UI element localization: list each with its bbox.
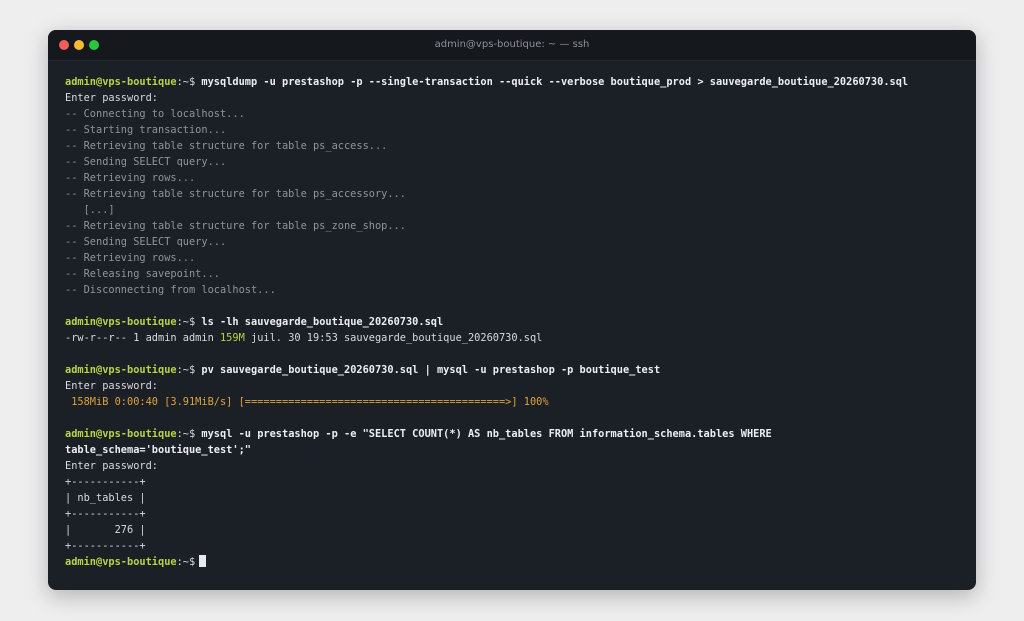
current-prompt-line[interactable]: admin@vps-boutique:~$ (65, 554, 976, 570)
dump-log-line: -- Retrieving table structure for table … (65, 220, 406, 232)
prompt-user-host: admin@vps-boutique (65, 76, 177, 88)
result-table-border: +-----------+ (65, 508, 146, 520)
terminal-output[interactable]: admin@vps-boutique:~$ mysqldump -u prest… (48, 61, 976, 570)
command-line-pv: admin@vps-boutique:~$ pv sauvegarde_bout… (65, 362, 976, 378)
prompt-path: :~$ (176, 316, 196, 328)
dump-log-line: -- Releasing savepoint... (65, 268, 220, 280)
cursor-block (199, 555, 207, 567)
dump-log-line: -- Disconnecting from localhost... (65, 284, 276, 296)
column-header-nb-tables: nb_tables (77, 492, 134, 504)
dump-log-line: -- Retrieving rows... (65, 252, 196, 264)
title-bar[interactable]: admin@vps-boutique: ~ — ssh (48, 30, 976, 61)
command-line-dump: admin@vps-boutique:~$ mysqldump -u prest… (65, 74, 976, 90)
prompt-user-host: admin@vps-boutique (65, 316, 177, 328)
table-pipe: | (133, 492, 146, 504)
pv-progress-bar: 158MiB 0:00:40 [3.91MiB/s] [============… (65, 396, 549, 408)
table-pipe: | (133, 524, 146, 536)
result-table-border: +-----------+ (65, 476, 146, 488)
command-text: ls -lh sauvegarde_boutique_20260730.sql (201, 316, 444, 328)
password-prompt: Enter password: (65, 460, 158, 472)
dump-log-line: -- Retrieving rows... (65, 172, 196, 184)
dump-log-line: -- Retrieving table structure for table … (65, 188, 406, 200)
result-table-header: | nb_tables | (65, 490, 976, 506)
dump-log-line: -- Sending SELECT query... (65, 236, 227, 248)
dump-log-line: -- Starting transaction... (65, 124, 227, 136)
password-prompt: Enter password: (65, 92, 158, 104)
prompt-path: :~$ (176, 428, 196, 440)
table-pipe: | (65, 524, 115, 536)
command-text: mysql -u prestashop -p -e "SELECT COUNT(… (201, 428, 772, 440)
table-pipe: | (65, 492, 78, 504)
command-line-ls: admin@vps-boutique:~$ ls -lh sauvegarde_… (65, 314, 976, 330)
command-text: mysqldump -u prestashop -p --single-tran… (201, 76, 909, 88)
terminal-window[interactable]: admin@vps-boutique: ~ — ssh admin@vps-bo… (48, 30, 976, 590)
ls-result: -rw-r--r-- 1 admin admin 159M juil. 30 1… (65, 330, 976, 346)
prompt-user-host: admin@vps-boutique (65, 428, 177, 440)
dump-log-line: -- Sending SELECT query... (65, 156, 227, 168)
ls-permissions-owner: -rw-r--r-- 1 admin admin (65, 332, 220, 344)
result-table-row: | 276 | (65, 522, 976, 538)
command-text: pv sauvegarde_boutique_20260730.sql | my… (201, 364, 661, 376)
cell-nb-tables-value: 276 (114, 524, 134, 536)
dump-log-line: -- Retrieving table structure for table … (65, 140, 388, 152)
command-text-continued: table_schema='boutique_test';" (65, 444, 251, 456)
ls-date-filename: juil. 30 19:53 sauvegarde_boutique_20260… (244, 332, 543, 344)
password-prompt: Enter password: (65, 380, 158, 392)
ls-file-size: 159M (219, 332, 245, 344)
result-table-border: +-----------+ (65, 540, 146, 552)
dump-log-line: -- Connecting to localhost... (65, 108, 245, 120)
window-title: admin@vps-boutique: ~ — ssh (434, 39, 590, 50)
prompt-user-host: admin@vps-boutique (65, 556, 177, 568)
prompt-path: :~$ (176, 556, 196, 568)
prompt-path: :~$ (176, 76, 196, 88)
prompt-path: :~$ (176, 364, 196, 376)
prompt-user-host: admin@vps-boutique (65, 364, 177, 376)
dump-log-line: [...] (65, 204, 115, 216)
command-line-count: admin@vps-boutique:~$ mysql -u prestasho… (65, 426, 976, 442)
